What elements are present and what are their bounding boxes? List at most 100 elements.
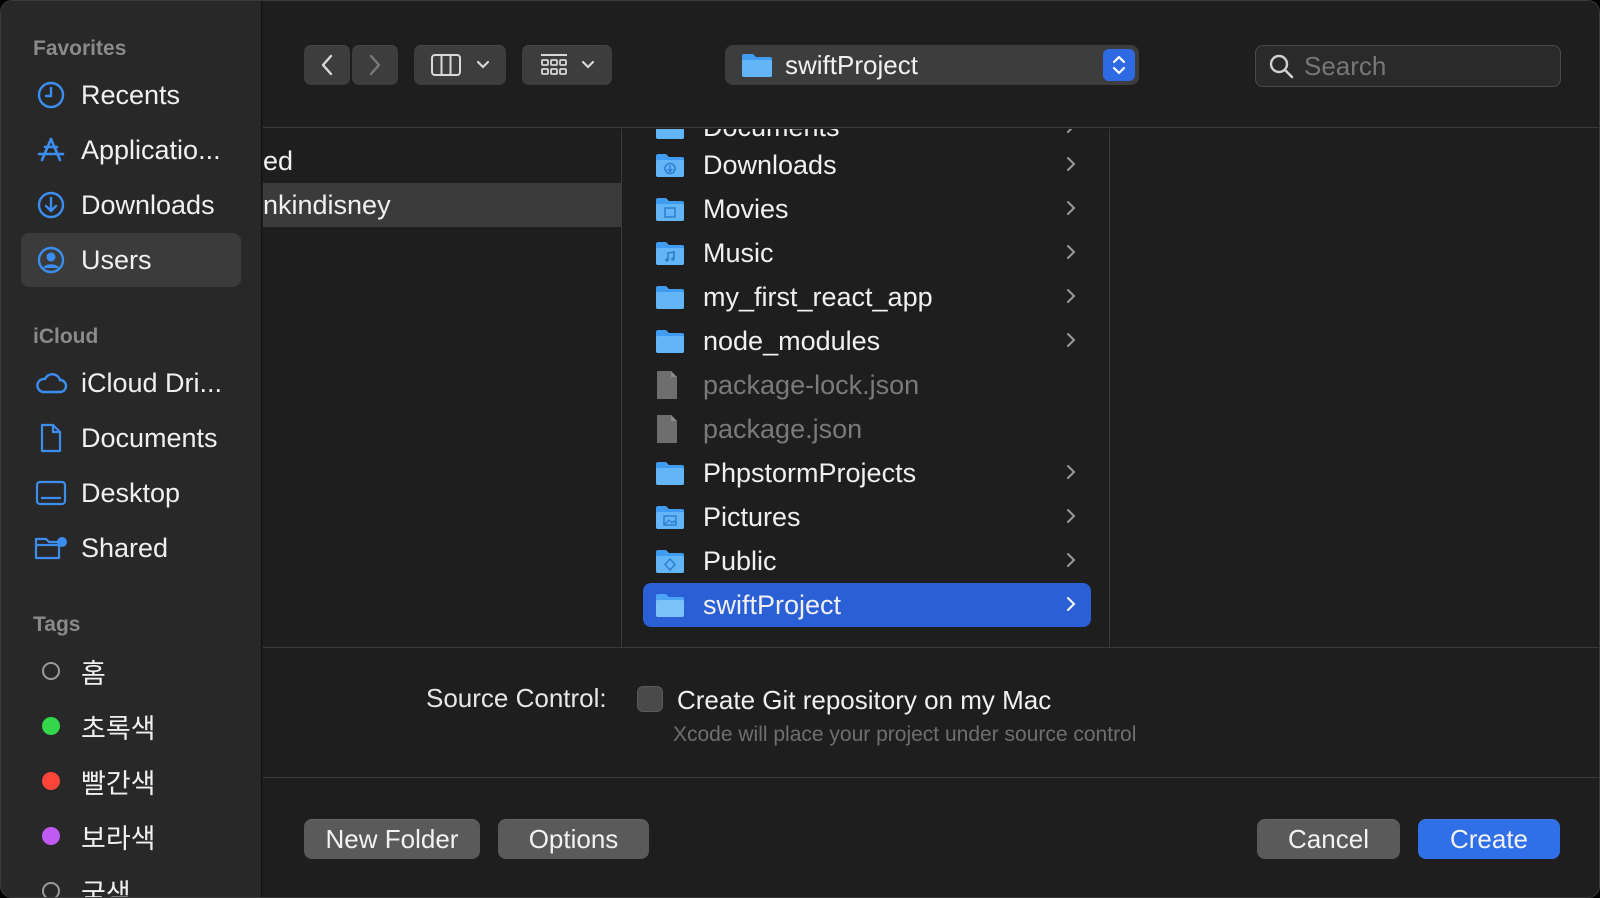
- item-label: node_modules: [703, 325, 881, 356]
- sidebar-item-label: Applicatio...: [81, 134, 221, 165]
- folder-item-public[interactable]: Public: [643, 539, 1091, 583]
- file-item-package-json: package.json: [643, 407, 1091, 451]
- sidebar-tag-item[interactable]: 빨간색: [21, 754, 241, 808]
- column-item-selected[interactable]: nkindisney: [263, 183, 621, 227]
- tag-green-dot-icon: [42, 717, 60, 735]
- chevron-right-icon: [1067, 553, 1076, 567]
- sidebar-item-label: 보라색: [81, 823, 156, 854]
- sidebar-item-label: Desktop: [81, 477, 181, 508]
- sidebar-heading-favorites: Favorites: [33, 37, 127, 60]
- folder-item-downloads[interactable]: Downloads: [643, 143, 1091, 187]
- sidebar-item-users[interactable]: Users: [21, 233, 241, 287]
- file-item-package-lock-json: package-lock.json: [643, 363, 1091, 407]
- view-mode-button[interactable]: [414, 45, 506, 85]
- folder-item-music[interactable]: Music: [643, 231, 1091, 275]
- chevron-right-icon: [1067, 509, 1076, 523]
- new-folder-button[interactable]: New Folder: [304, 819, 480, 859]
- source-control-hint: Xcode will place your project under sour…: [673, 723, 1137, 746]
- item-label: Documents: [703, 129, 840, 143]
- location-popup[interactable]: swiftProject: [725, 45, 1139, 85]
- toolbar-divider: [263, 127, 1599, 128]
- group-by-button[interactable]: [522, 45, 612, 85]
- folder-item-node-modules[interactable]: node_modules: [643, 319, 1091, 363]
- chevron-right-icon: [1067, 129, 1073, 133]
- git-repository-checkbox-label[interactable]: Create Git repository on my Mac: [677, 685, 1051, 716]
- chevron-right-icon: [1067, 157, 1076, 171]
- sidebar-heading-tags: Tags: [33, 613, 81, 636]
- sidebar-item-label: 홈: [81, 658, 106, 689]
- tag-empty-icon: [42, 662, 60, 680]
- item-label: Downloads: [703, 149, 837, 180]
- user-circle-icon: [21, 246, 81, 274]
- item-label: Pictures: [703, 501, 801, 532]
- sidebar-item-label: Shared: [81, 532, 169, 563]
- sidebar-item-icloud-drive[interactable]: iCloud Dri...: [21, 356, 241, 410]
- sidebar-item-recents[interactable]: Recents: [21, 68, 241, 122]
- sidebar-item-label: 빨간색: [81, 768, 156, 799]
- sidebar-item-label: 초록색: [81, 713, 156, 744]
- column-item[interactable]: ed: [263, 139, 621, 183]
- sidebar-tag-item[interactable]: 홈: [21, 644, 241, 698]
- column-item-label: nkindisney: [263, 189, 391, 220]
- chevron-left-icon: [321, 54, 333, 76]
- sidebar-tag-item[interactable]: 굼색: [21, 864, 241, 898]
- browser-column-1: ed nkindisney: [263, 129, 621, 647]
- folder-item-my-first-react-app[interactable]: my_first_react_app: [643, 275, 1091, 319]
- search-icon: [1268, 53, 1294, 79]
- folder-item-swiftproject[interactable]: swiftProject: [643, 583, 1091, 627]
- music-folder-icon: [655, 240, 703, 266]
- sidebar-item-documents[interactable]: Documents: [21, 411, 241, 465]
- create-button[interactable]: Create: [1418, 819, 1560, 859]
- sidebar-item-label: 굼색: [81, 878, 131, 898]
- search-field[interactable]: [1255, 45, 1561, 87]
- shared-folder-icon: [21, 534, 81, 562]
- sidebar-heading-icloud: iCloud: [33, 325, 99, 348]
- chevron-right-icon: [1067, 245, 1076, 259]
- folder-item-pictures[interactable]: Pictures: [643, 495, 1091, 539]
- cloud-icon: [21, 371, 81, 395]
- sidebar-item-shared[interactable]: Shared: [21, 521, 241, 575]
- columns-view-icon: [431, 54, 461, 76]
- applications-icon: [21, 136, 81, 164]
- chevron-right-icon: [1067, 465, 1076, 479]
- item-label: PhpstormProjects: [703, 457, 917, 488]
- clock-icon: [21, 81, 81, 109]
- back-button[interactable]: [304, 45, 350, 85]
- forward-button[interactable]: [352, 45, 398, 85]
- chevron-right-icon: [1067, 333, 1076, 347]
- sidebar-item-desktop[interactable]: Desktop: [21, 466, 241, 520]
- search-input[interactable]: [1302, 49, 1546, 83]
- chevron-right-icon: [369, 54, 381, 76]
- item-label: Music: [703, 237, 774, 268]
- folder-icon: [655, 460, 703, 486]
- browser-column-2: Documents Downloads Movies Music my_firs…: [623, 129, 1109, 647]
- folder-icon: [741, 52, 773, 78]
- pictures-folder-icon: [655, 504, 703, 530]
- sidebar-item-applications[interactable]: Applicatio...: [21, 123, 241, 177]
- options-button[interactable]: Options: [498, 819, 649, 859]
- sidebar-tag-item[interactable]: 보라색: [21, 809, 241, 863]
- sidebar-tag-item[interactable]: 초록색: [21, 699, 241, 753]
- folder-icon: [655, 284, 703, 310]
- tag-empty-icon: [42, 882, 60, 897]
- save-dialog: Favorites Recents Applicatio... Download…: [0, 0, 1600, 898]
- downloads-folder-icon: [655, 152, 703, 178]
- folder-item-phpstormprojects[interactable]: PhpstormProjects: [643, 451, 1091, 495]
- folder-item-movies[interactable]: Movies: [643, 187, 1091, 231]
- chevron-right-icon: [1067, 597, 1076, 611]
- item-label: swiftProject: [703, 589, 842, 620]
- git-repository-checkbox[interactable]: [637, 686, 663, 712]
- item-label: Movies: [703, 193, 789, 224]
- sidebar-item-downloads[interactable]: Downloads: [21, 178, 241, 232]
- sidebar-item-label: Users: [81, 244, 152, 275]
- grid-view-icon: [541, 54, 567, 75]
- column-divider: [621, 129, 622, 647]
- file-icon: [655, 370, 703, 400]
- folder-icon: [655, 328, 703, 354]
- chevron-down-icon: [581, 60, 595, 69]
- cancel-button[interactable]: Cancel: [1257, 819, 1400, 859]
- up-down-arrows-icon: [1103, 49, 1135, 81]
- sidebar: Favorites Recents Applicatio... Download…: [1, 1, 262, 897]
- sidebar-item-label: Documents: [81, 422, 218, 453]
- item-label: Public: [703, 545, 777, 576]
